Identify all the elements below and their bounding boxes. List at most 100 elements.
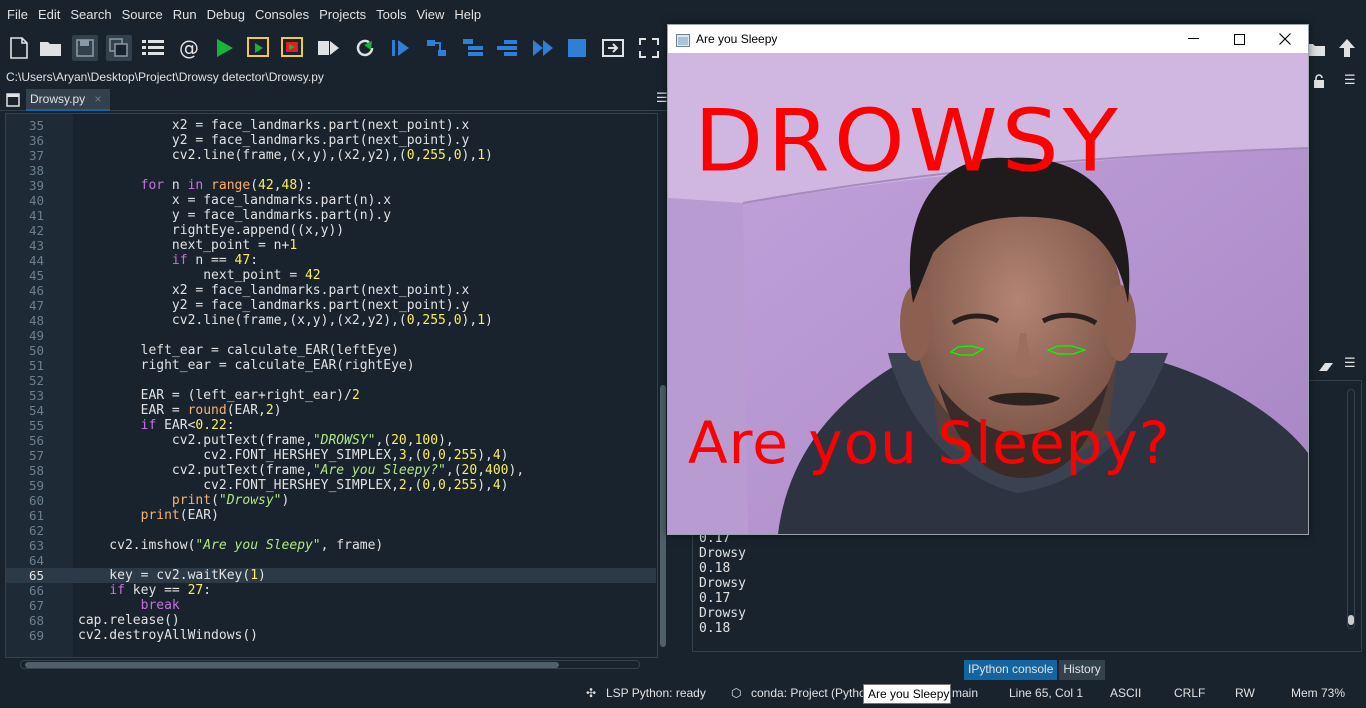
code-line[interactable]: 52 (6, 373, 656, 388)
step-icon[interactable] (424, 35, 450, 61)
scroll-thumb[interactable] (1348, 615, 1354, 625)
code-line[interactable]: 38 (6, 163, 656, 178)
menu-search[interactable]: Search (65, 7, 116, 22)
line-number: 57 (28, 448, 44, 463)
console-scrollbar[interactable] (1347, 389, 1355, 629)
code-line[interactable]: 40 x = face_landmarks.part(n).x (6, 193, 656, 208)
code-text: print("Drowsy") (171, 493, 290, 508)
new-file-icon[interactable] (6, 35, 32, 61)
open-folder-icon[interactable] (38, 35, 64, 61)
code-line[interactable]: 41 y = face_landmarks.part(n).y (6, 208, 656, 223)
menu-edit[interactable]: Edit (33, 7, 65, 22)
stop-icon[interactable] (564, 35, 590, 61)
console-options-icon[interactable]: ☰ (1344, 356, 1356, 371)
run-cell-advance-icon[interactable] (280, 35, 306, 61)
code-line[interactable]: 49 (6, 328, 656, 343)
code-text: cv2.destroyAllWindows() (78, 628, 259, 643)
run-cell-icon[interactable] (246, 35, 272, 61)
menu-projects[interactable]: Projects (314, 7, 371, 22)
code-line[interactable]: 37 cv2.line(frame,(x,y),(x2,y2),(0,255,0… (6, 148, 656, 163)
save-icon[interactable] (72, 35, 98, 61)
tab-close-icon[interactable]: × (94, 92, 101, 106)
line-number: 56 (28, 433, 44, 448)
menu-consoles[interactable]: Consoles (250, 7, 314, 22)
menu-help[interactable]: Help (449, 7, 486, 22)
eraser-icon[interactable] (1318, 358, 1334, 377)
minimize-button[interactable] (1170, 25, 1216, 53)
menu-run[interactable]: Run (168, 7, 202, 22)
menu-debug[interactable]: Debug (202, 7, 250, 22)
code-line[interactable]: 36 y2 = face_landmarks.part(next_point).… (6, 133, 656, 148)
code-line[interactable]: 39 for n in range(42,48): (6, 178, 656, 193)
code-line[interactable]: 60 print("Drowsy") (6, 493, 656, 508)
code-line[interactable]: 44 if n == 47: (6, 253, 656, 268)
lsp-status-icon: ✣ (586, 686, 597, 700)
code-line[interactable]: 69 cv2.destroyAllWindows() (6, 628, 656, 643)
code-line[interactable]: 53 EAR = (left_ear+right_ear)/2 (6, 388, 656, 403)
fullscreen-icon[interactable] (636, 35, 662, 61)
code-line[interactable]: 57 cv2.FONT_HERSHEY_SIMPLEX,3,(0,0,255),… (6, 448, 656, 463)
tab-ipython-console[interactable]: IPython console (964, 660, 1058, 680)
browse-tabs-icon[interactable] (6, 92, 20, 111)
code-line[interactable]: 65 key = cv2.waitKey(1) (6, 568, 656, 583)
code-line[interactable]: 48 cv2.line(frame,(x,y),(x2,y2),(0,255,0… (6, 313, 656, 328)
code-line[interactable]: 35 x2 = face_landmarks.part(next_point).… (6, 118, 656, 133)
code-line[interactable]: 68 cap.release() (6, 613, 656, 628)
tab-drowsy-py[interactable]: Drowsy.py × (26, 89, 110, 111)
code-line[interactable]: 43 next_point = n+1 (6, 238, 656, 253)
code-line[interactable]: 67 break (6, 598, 656, 613)
lock-icon[interactable] (1313, 73, 1325, 92)
menu-file[interactable]: File (2, 7, 33, 22)
code-line[interactable]: 50 left_ear = calculate_EAR(leftEye) (6, 343, 656, 358)
rerun-icon[interactable] (352, 35, 378, 61)
code-line[interactable]: 63 cv2.imshow("Are you Sleepy", frame) (6, 538, 656, 553)
options-menu-icon[interactable]: ☰ (656, 91, 668, 106)
code-line[interactable]: 55 if EAR<0.22: (6, 418, 656, 433)
run-selection-icon[interactable] (316, 35, 342, 61)
menu-view[interactable]: View (411, 7, 449, 22)
code-line[interactable]: 58 cv2.putText(frame,"Are you Sleepy?",(… (6, 463, 656, 478)
maximize-pane-icon[interactable] (600, 35, 626, 61)
at-icon[interactable]: @ (176, 35, 202, 61)
up-arrow-icon[interactable] (1334, 35, 1360, 61)
code-line[interactable]: 51 right_ear = calculate_EAR(rightEye) (6, 358, 656, 373)
step-into-icon[interactable] (460, 35, 486, 61)
pane-options-icon[interactable]: ☰ (1344, 73, 1356, 88)
scroll-thumb[interactable] (25, 662, 559, 668)
window-titlebar[interactable]: Are you Sleepy (668, 25, 1308, 53)
menu-tools[interactable]: Tools (371, 7, 411, 22)
editor-tab-bar: Drowsy.py × ☰ (0, 87, 668, 111)
code-line[interactable]: 56 cv2.putText(frame,"DROWSY",(20,100), (6, 433, 656, 448)
opencv-window[interactable]: Are you Sleepy DROWSY Are you Sleepy? (667, 24, 1309, 535)
code-text: EAR = (left_ear+right_ear)/2 (78, 388, 360, 403)
code-text: next_point = n+1 (78, 238, 298, 253)
close-button[interactable] (1262, 25, 1308, 53)
code-line[interactable]: 45 next_point = 42 (6, 268, 656, 283)
tab-history[interactable]: History (1059, 660, 1105, 680)
menu-source[interactable]: Source (117, 7, 168, 22)
taskbar-tooltip: Are you Sleepy (863, 684, 951, 704)
debug-icon[interactable] (388, 35, 414, 61)
line-number: 69 (28, 628, 44, 643)
editor-horizontal-scrollbar[interactable] (20, 660, 640, 669)
code-line[interactable]: 42 rightEye.append((x,y)) (6, 223, 656, 238)
code-line[interactable]: 62 (6, 523, 656, 538)
save-all-icon[interactable] (106, 35, 132, 61)
code-editor[interactable]: 35 x2 = face_landmarks.part(next_point).… (5, 113, 658, 658)
code-line[interactable]: 66 if key == 27: (6, 583, 656, 598)
line-number: 55 (28, 418, 44, 433)
maximize-button[interactable] (1216, 25, 1262, 53)
step-return-icon[interactable] (494, 35, 520, 61)
code-line[interactable]: 54 EAR = round(EAR,2) (6, 403, 656, 418)
code-line[interactable]: 47 y2 = face_landmarks.part(next_point).… (6, 298, 656, 313)
scroll-thumb[interactable] (660, 385, 666, 647)
continue-icon[interactable] (530, 35, 556, 61)
code-line[interactable]: 64 (6, 553, 656, 568)
list-icon[interactable] (140, 35, 166, 61)
run-icon[interactable] (212, 35, 238, 61)
code-line[interactable]: 46 x2 = face_landmarks.part(next_point).… (6, 283, 656, 298)
code-text: for n in range(42,48): (140, 178, 313, 193)
code-line[interactable]: 59 cv2.FONT_HERSHEY_SIMPLEX,2,(0,0,255),… (6, 478, 656, 493)
code-line[interactable]: 61 print(EAR) (6, 508, 656, 523)
right-pane-top: ☰ (1308, 73, 1366, 349)
